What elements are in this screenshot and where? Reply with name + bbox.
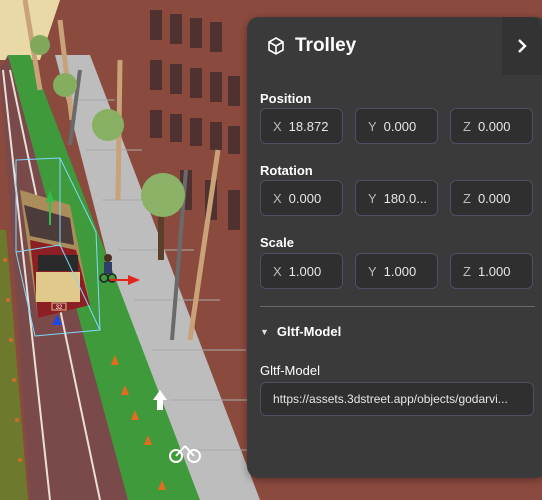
position-z-input[interactable]: Z 0.000 bbox=[450, 108, 533, 144]
section-divider bbox=[260, 306, 535, 307]
rotation-y-input[interactable]: Y 180.0... bbox=[355, 180, 438, 216]
rotation-z-input[interactable]: Z 0.000 bbox=[450, 180, 533, 216]
entity-title: Trolley bbox=[295, 35, 357, 56]
axis-label: Y bbox=[368, 190, 377, 206]
position-x-input[interactable]: X 18.872 bbox=[260, 108, 343, 144]
scale-x-input[interactable]: X 1.000 bbox=[260, 253, 343, 289]
scale-y-value: 1.000 bbox=[383, 263, 417, 279]
axis-label: X bbox=[273, 263, 282, 279]
rotation-label: Rotation bbox=[260, 163, 313, 178]
axis-label: X bbox=[273, 118, 282, 134]
rotation-y-value: 180.0... bbox=[383, 190, 428, 206]
position-x-value: 18.872 bbox=[288, 118, 329, 134]
axis-label: Z bbox=[463, 263, 471, 279]
scale-z-value: 1.000 bbox=[477, 263, 511, 279]
gltf-model-component-toggle[interactable]: ▼ Gltf-Model bbox=[260, 324, 341, 339]
component-title: Gltf-Model bbox=[276, 324, 342, 339]
properties-panel: Trolley Position X 18.872 Y 0.000 Z 0.00… bbox=[247, 17, 542, 478]
rotation-z-value: 0.000 bbox=[477, 190, 511, 206]
position-z-value: 0.000 bbox=[477, 118, 511, 134]
collapse-panel-button[interactable] bbox=[502, 17, 542, 75]
rotation-x-value: 0.000 bbox=[288, 190, 322, 206]
position-y-input[interactable]: Y 0.000 bbox=[355, 108, 438, 144]
axis-label: Z bbox=[463, 190, 471, 206]
chevron-right-icon bbox=[518, 39, 527, 53]
scale-x-value: 1.000 bbox=[288, 263, 322, 279]
position-label: Position bbox=[260, 91, 312, 106]
rotation-x-input[interactable]: X 0.000 bbox=[260, 180, 343, 216]
axis-label: Y bbox=[368, 118, 377, 134]
gltf-model-url-input[interactable]: https://assets.3dstreet.app/objects/goda… bbox=[260, 382, 534, 416]
axis-label: Y bbox=[368, 263, 377, 279]
triangle-down-icon: ▼ bbox=[260, 326, 269, 337]
position-y-value: 0.000 bbox=[383, 118, 417, 134]
scale-z-input[interactable]: Z 1.000 bbox=[450, 253, 533, 289]
gltf-model-url-value: https://assets.3dstreet.app/objects/goda… bbox=[273, 392, 508, 406]
scale-y-input[interactable]: Y 1.000 bbox=[355, 253, 438, 289]
cube-icon bbox=[268, 37, 284, 55]
trolley-number: 32 bbox=[56, 305, 63, 311]
panel-header: Trolley bbox=[247, 17, 542, 75]
scale-label: Scale bbox=[260, 235, 294, 250]
gltf-model-field-label: Gltf-Model bbox=[260, 363, 320, 378]
axis-label: X bbox=[273, 190, 282, 206]
axis-label: Z bbox=[463, 118, 471, 134]
